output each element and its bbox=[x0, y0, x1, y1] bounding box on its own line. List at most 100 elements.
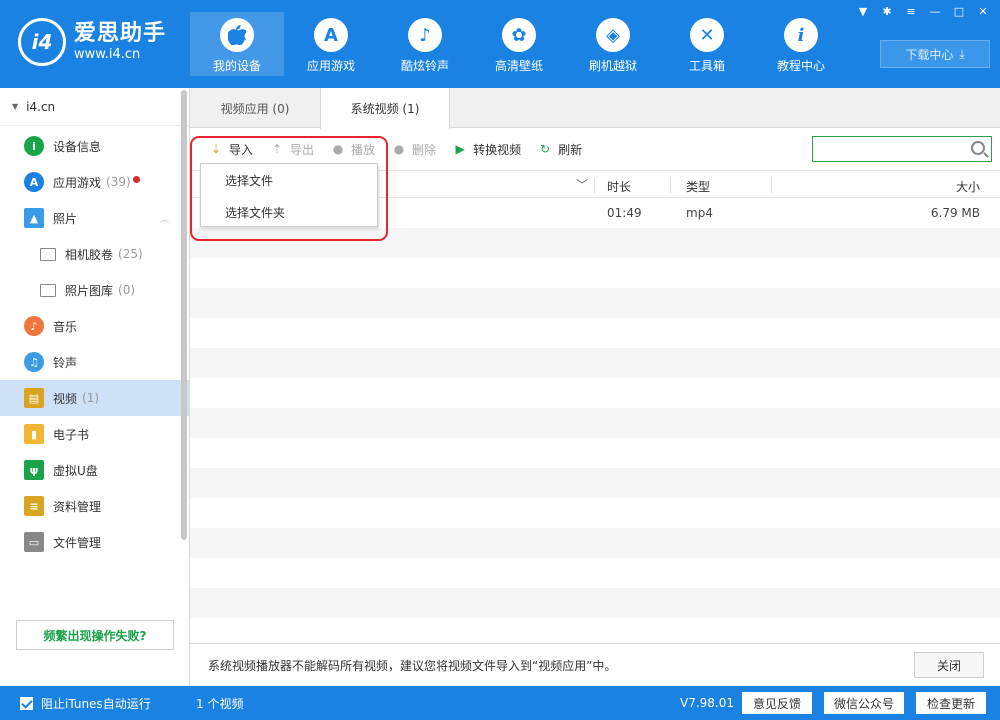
delete-label: 删除 bbox=[412, 142, 437, 157]
sidebar-item-videos[interactable]: ▤ 视频 (1) bbox=[0, 380, 189, 416]
sidebar-item-label: 设备信息 bbox=[53, 139, 102, 154]
empty-row bbox=[190, 558, 1000, 588]
column-type[interactable]: 类型 bbox=[686, 178, 710, 195]
close-icon[interactable]: ✕ bbox=[972, 2, 994, 20]
delete-icon: ● bbox=[393, 142, 405, 156]
notes-icon: ≡ bbox=[24, 496, 44, 516]
export-button[interactable]: ⇡ 导出 bbox=[269, 141, 314, 158]
sidebar-item-count: (25) bbox=[118, 247, 143, 261]
feedback-button[interactable]: 意见反馈 bbox=[742, 692, 812, 714]
sidebar-item-count: (0) bbox=[118, 283, 136, 297]
import-button[interactable]: ⇣ 导入 bbox=[208, 141, 253, 158]
music-icon: ♪ bbox=[24, 316, 44, 336]
video-count: 1 个视频 bbox=[196, 696, 244, 711]
check-update-button[interactable]: 检查更新 bbox=[916, 692, 986, 714]
sidebar-item-label: 相机胶卷 bbox=[65, 247, 114, 262]
menu-item-select-file[interactable]: 选择文件 bbox=[201, 164, 377, 196]
sidebar-item-ringtones[interactable]: ♫ 铃声 bbox=[0, 344, 189, 380]
empty-row bbox=[190, 318, 1000, 348]
notice-text: 系统视频播放器不能解码所有视频，建议您将视频文件导入到“视频应用”中。 bbox=[208, 658, 617, 673]
sidebar-item-data-management[interactable]: ≡ 资料管理 bbox=[0, 488, 189, 524]
empty-row bbox=[190, 438, 1000, 468]
nav-label: 我的设备 bbox=[212, 59, 261, 73]
sidebar-item-file-management[interactable]: ▭ 文件管理 bbox=[0, 524, 189, 560]
download-center-button[interactable]: 下载中心 ⤓ bbox=[880, 40, 990, 68]
nav-label: 高清壁纸 bbox=[494, 59, 543, 73]
empty-row bbox=[190, 258, 1000, 288]
tab-video-apps[interactable]: 视频应用 (0) bbox=[190, 88, 320, 128]
sidebar-item-camera-roll[interactable]: 相机胶卷 (25) bbox=[0, 236, 189, 272]
empty-row bbox=[190, 288, 1000, 318]
device-selector[interactable]: ▼ i4.cn bbox=[0, 88, 189, 126]
search-icon[interactable] bbox=[971, 141, 985, 155]
delete-button[interactable]: ● 删除 bbox=[391, 141, 436, 158]
nav-label: 刷机越狱 bbox=[588, 59, 637, 73]
import-label: 导入 bbox=[229, 142, 254, 157]
nav-toolbox[interactable]: ✕ 工具箱 bbox=[660, 12, 754, 76]
refresh-button[interactable]: ↻ 刷新 bbox=[537, 141, 582, 158]
sidebar-item-apps[interactable]: A 应用游戏 (39) bbox=[0, 164, 189, 200]
app-logo: i4 爱思助手 www.i4.cn bbox=[18, 18, 166, 66]
empty-row bbox=[190, 498, 1000, 528]
main-nav: 我的设备 A 应用游戏 ♪ 酷炫铃声 ✿ 高清壁纸 ◈ 刷机越狱 ✕ 工具箱 i… bbox=[190, 12, 848, 76]
itunes-toggle[interactable]: 阻止iTunes自动运行 bbox=[0, 695, 190, 712]
cell-duration: 01:49 bbox=[607, 206, 642, 220]
empty-row bbox=[190, 468, 1000, 498]
sort-chevron-icon[interactable]: ﹀ bbox=[576, 176, 588, 193]
maximize-icon[interactable]: □ bbox=[948, 2, 970, 20]
empty-row bbox=[190, 408, 1000, 438]
play-button[interactable]: ● 播放 bbox=[330, 141, 375, 158]
menu-icon[interactable]: ≡ bbox=[900, 2, 922, 20]
sidebar-item-photo-library[interactable]: 照片图库 (0) bbox=[0, 272, 189, 308]
sidebar-item-label: 视频 bbox=[53, 391, 78, 406]
minimize-icon[interactable]: — bbox=[924, 2, 946, 20]
nav-label: 酷炫铃声 bbox=[400, 59, 449, 73]
gear-icon[interactable]: ✱ bbox=[876, 2, 898, 20]
nav-apps-games[interactable]: A 应用游戏 bbox=[284, 12, 378, 76]
column-separator[interactable] bbox=[771, 177, 772, 193]
play-label: 播放 bbox=[351, 142, 376, 157]
nav-tutorials[interactable]: i 教程中心 bbox=[754, 12, 848, 76]
sidebar-item-label: 照片图库 bbox=[65, 283, 114, 298]
logo-badge-icon: i4 bbox=[18, 18, 66, 66]
window-controls: ▼ ✱ ≡ — □ ✕ bbox=[852, 2, 994, 20]
itunes-checkbox[interactable] bbox=[20, 696, 33, 710]
skin-icon[interactable]: ▼ bbox=[852, 2, 874, 20]
apple-icon bbox=[220, 18, 254, 52]
nav-my-device[interactable]: 我的设备 bbox=[190, 12, 284, 76]
sidebar-item-ebooks[interactable]: ▮ 电子书 bbox=[0, 416, 189, 452]
sidebar-item-count: (1) bbox=[82, 391, 100, 405]
itunes-label: 阻止iTunes自动运行 bbox=[41, 696, 151, 711]
app-name: 爱思助手 bbox=[74, 21, 167, 46]
empty-row bbox=[190, 228, 1000, 258]
close-notice-button[interactable]: 关闭 bbox=[914, 652, 984, 678]
download-icon: ⤓ bbox=[959, 46, 965, 61]
sidebar-item-label: 电子书 bbox=[53, 427, 90, 442]
nav-wallpapers[interactable]: ✿ 高清壁纸 bbox=[472, 12, 566, 76]
column-separator[interactable] bbox=[670, 177, 671, 193]
convert-video-button[interactable]: ▶ 转换视频 bbox=[452, 141, 521, 158]
column-size[interactable]: 大小 bbox=[956, 178, 980, 195]
bell-icon: ♪ bbox=[408, 18, 442, 52]
sidebar-item-virtual-usb[interactable]: ψ 虚拟U盘 bbox=[0, 452, 189, 488]
cell-size: 6.79 MB bbox=[930, 206, 980, 220]
wechat-button[interactable]: 微信公众号 bbox=[824, 692, 904, 714]
play-icon: ● bbox=[332, 142, 344, 156]
tools-icon: ✕ bbox=[690, 18, 724, 52]
sidebar-item-music[interactable]: ♪ 音乐 bbox=[0, 308, 189, 344]
sidebar-scrollbar[interactable] bbox=[181, 90, 187, 540]
nav-flash-jailbreak[interactable]: ◈ 刷机越狱 bbox=[566, 12, 660, 76]
menu-item-select-folder[interactable]: 选择文件夹 bbox=[201, 196, 377, 228]
troubleshoot-button[interactable]: 频繁出现操作失败? bbox=[16, 620, 174, 650]
empty-row bbox=[190, 378, 1000, 408]
folder-icon bbox=[40, 283, 56, 297]
column-duration[interactable]: 时长 bbox=[607, 178, 631, 195]
tab-system-videos[interactable]: 系统视频 (1) bbox=[320, 88, 450, 129]
column-separator[interactable] bbox=[594, 177, 595, 193]
info-icon: i bbox=[784, 18, 818, 52]
nav-ringtones[interactable]: ♪ 酷炫铃声 bbox=[378, 12, 472, 76]
search-input[interactable] bbox=[812, 136, 992, 162]
chevron-up-icon[interactable]: ︿ bbox=[160, 212, 169, 225]
sidebar-item-device-info[interactable]: i 设备信息 bbox=[0, 128, 189, 164]
sidebar-item-photos[interactable]: ▲ 照片 ︿ bbox=[0, 200, 189, 236]
